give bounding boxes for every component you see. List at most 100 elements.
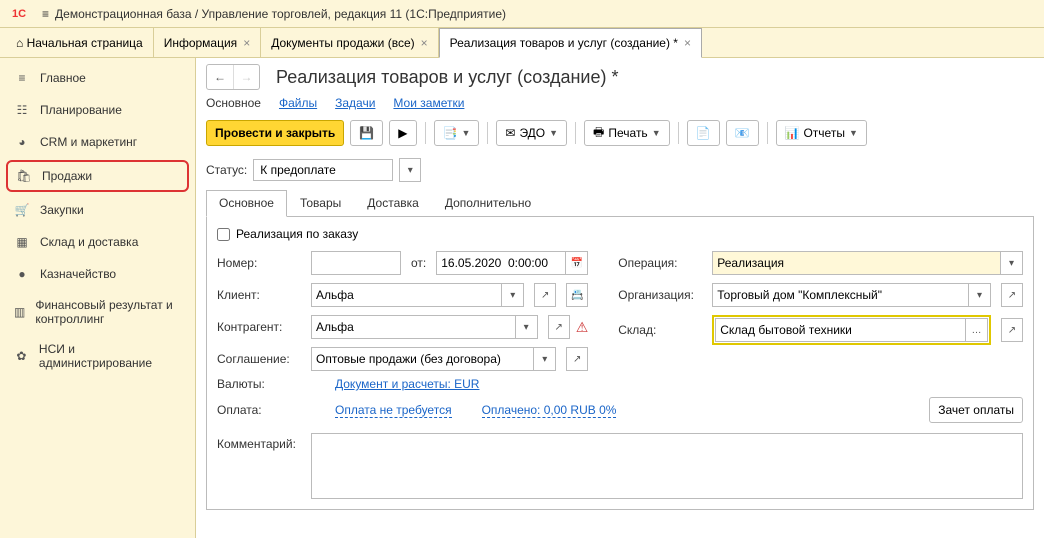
copy-icon: 📑 — [443, 126, 458, 140]
mail-icon: ✉ — [505, 126, 515, 140]
sidebar-item-sales[interactable]: 🛍Продажи — [6, 160, 189, 192]
back-button[interactable]: ← — [207, 65, 233, 89]
operation-label: Операция: — [618, 256, 706, 270]
tab-sales-docs[interactable]: Документы продажи (все) × — [261, 28, 438, 57]
print-button[interactable]: 🖶Печать▼ — [584, 120, 670, 146]
client-open-button[interactable]: ↗ — [534, 283, 556, 307]
close-icon[interactable]: × — [421, 36, 428, 50]
status-select[interactable]: К предоплате — [253, 159, 393, 181]
agreement-dropdown[interactable]: ▾ — [534, 347, 556, 371]
post-close-button[interactable]: Провести и закрыть — [206, 120, 344, 146]
client-dropdown[interactable]: ▾ — [502, 283, 524, 307]
tab-label: Реализация товаров и услуг (создание) * — [450, 36, 678, 50]
subtab-tasks[interactable]: Задачи — [335, 96, 375, 110]
offset-payment-button[interactable]: Зачет оплаты — [929, 397, 1023, 423]
forward-button[interactable]: → — [233, 65, 259, 89]
form-body: Реализация по заказу Номер: от: 📅 Клие — [206, 217, 1034, 510]
subtab-files[interactable]: Файлы — [279, 96, 317, 110]
sidebar-item-treasury[interactable]: ●Казначейство — [0, 258, 195, 290]
paid-link[interactable]: Оплачено: 0,00 RUB 0% — [482, 403, 617, 418]
nav-buttons: ← → — [206, 64, 260, 90]
app-title: Демонстрационная база / Управление торго… — [55, 7, 506, 21]
warning-icon: ⚠ — [576, 319, 589, 336]
date-input[interactable] — [436, 251, 566, 275]
innertab-main[interactable]: Основное — [206, 190, 287, 217]
innertab-goods[interactable]: Товары — [287, 190, 354, 216]
contragent-input[interactable] — [311, 315, 516, 339]
gear-icon: ✿ — [14, 348, 29, 364]
tab-info[interactable]: Информация × — [154, 28, 262, 57]
sidebar-item-finance[interactable]: ▥Финансовый результат и контроллинг — [0, 290, 195, 334]
operation-input[interactable] — [712, 251, 1001, 275]
store-select-button[interactable]: … — [966, 318, 988, 342]
subtab-main[interactable]: Основное — [206, 96, 261, 110]
tab-label: Информация — [164, 36, 237, 50]
coin-icon: ● — [14, 266, 30, 282]
client-input[interactable] — [311, 283, 502, 307]
calendar-button[interactable]: 📅 — [566, 251, 588, 275]
org-dropdown[interactable]: ▾ — [969, 283, 991, 307]
sidebar-item-crm[interactable]: ◕CRM и маркетинг — [0, 126, 195, 158]
dropdown-icon[interactable]: ≡ — [42, 7, 49, 21]
store-input[interactable] — [715, 318, 966, 342]
reports-button[interactable]: 📊Отчеты▼ — [776, 120, 867, 146]
menu-icon: ≡ — [14, 70, 30, 86]
org-input[interactable] — [712, 283, 969, 307]
subtab-notes[interactable]: Мои заметки — [393, 96, 464, 110]
report-icon: 📊 — [785, 126, 800, 140]
sidebar-item-warehouse[interactable]: ▦Склад и доставка — [0, 226, 195, 258]
toolbar: Провести и закрыть 💾 ▶ 📑▼ ✉ЭДО▼ 🖶Печать▼… — [206, 120, 1034, 146]
sidebar-item-planning[interactable]: ☷Планирование — [0, 94, 195, 126]
content: ← → Реализация товаров и услуг (создание… — [196, 58, 1044, 538]
close-icon[interactable]: × — [684, 36, 691, 50]
store-label: Склад: — [618, 323, 706, 337]
currency-label: Валюты: — [217, 377, 305, 391]
contragent-dropdown[interactable]: ▾ — [516, 315, 538, 339]
pie-icon: ◕ — [14, 134, 30, 150]
boxes-icon: ▦ — [14, 234, 30, 250]
number-input[interactable] — [311, 251, 401, 275]
agreement-label: Соглашение: — [217, 352, 305, 366]
contragent-open-button[interactable]: ↗ — [548, 315, 570, 339]
doc-icon: 📄 — [696, 126, 711, 140]
sidebar-item-admin[interactable]: ✿НСИ и администрирование — [0, 334, 195, 378]
post-button[interactable]: ▶ — [389, 120, 416, 146]
org-label: Организация: — [618, 288, 706, 302]
bag-icon: 🛍 — [16, 168, 32, 184]
agreement-input[interactable] — [311, 347, 534, 371]
chart-icon: ▥ — [14, 304, 25, 320]
contragent-label: Контрагент: — [217, 320, 305, 334]
print-icon: 🖶 — [593, 123, 604, 144]
status-dropdown-button[interactable]: ▾ — [399, 158, 421, 182]
operation-dropdown[interactable]: ▾ — [1001, 251, 1023, 275]
currency-link[interactable]: Документ и расчеты: EUR — [335, 377, 479, 391]
subtabs: Основное Файлы Задачи Мои заметки — [206, 96, 1034, 110]
client-card-button[interactable]: 📇 — [566, 283, 588, 307]
close-icon[interactable]: × — [243, 36, 250, 50]
tab-realization-create[interactable]: Реализация товаров и услуг (создание) * … — [439, 28, 702, 58]
by-order-label: Реализация по заказу — [236, 227, 358, 241]
calendar-icon: ☷ — [14, 102, 30, 118]
innertab-delivery[interactable]: Доставка — [354, 190, 432, 216]
basedon-button[interactable]: 📑▼ — [434, 120, 480, 146]
by-order-checkbox[interactable] — [217, 228, 230, 241]
sidebar-item-main[interactable]: ≡Главное — [0, 62, 195, 94]
envelope-icon: 📧 — [735, 126, 750, 140]
agreement-open-button[interactable]: ↗ — [566, 347, 588, 371]
client-label: Клиент: — [217, 288, 305, 302]
sidebar-item-purchases[interactable]: 🛒Закупки — [0, 194, 195, 226]
inner-tabs: Основное Товары Доставка Дополнительно — [206, 190, 1034, 217]
mail-button[interactable]: 📧 — [726, 120, 759, 146]
edo-button[interactable]: ✉ЭДО▼ — [496, 120, 567, 146]
org-open-button[interactable]: ↗ — [1001, 283, 1023, 307]
tab-label: Документы продажи (все) — [271, 36, 414, 50]
comment-textarea[interactable] — [311, 433, 1023, 499]
status-label: Статус: — [206, 163, 247, 177]
save-button[interactable]: 💾 — [350, 120, 383, 146]
tab-home[interactable]: ⌂ Начальная страница — [6, 28, 154, 57]
files-button[interactable]: 📄 — [687, 120, 720, 146]
from-label: от: — [411, 256, 426, 270]
pay-required-link[interactable]: Оплата не требуется — [335, 403, 452, 418]
innertab-extra[interactable]: Дополнительно — [432, 190, 544, 216]
store-open-button[interactable]: ↗ — [1001, 318, 1023, 342]
